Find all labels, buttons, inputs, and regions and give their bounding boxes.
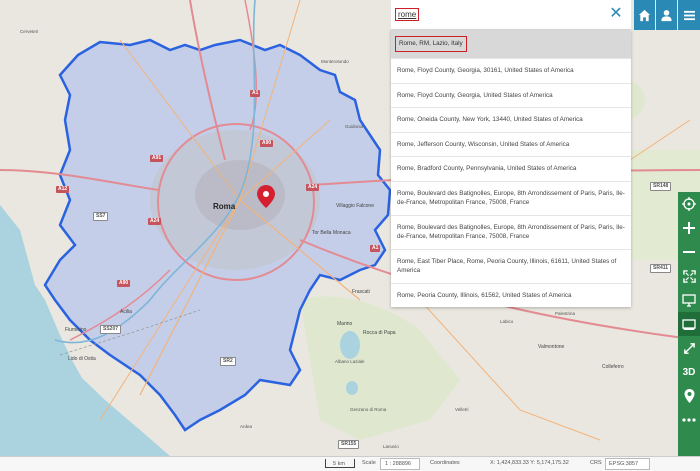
menu-icon — [683, 10, 695, 20]
zoom-out-button[interactable] — [678, 240, 700, 264]
search-result-item[interactable]: Rome, East Tiber Place, Rome, Peoria Cou… — [391, 248, 631, 283]
result-label: Rome, Floyd County, Georgia, 30161, Unit… — [397, 67, 574, 75]
map-label: Lido di Ostia — [68, 356, 96, 362]
map-label: Labico — [500, 319, 514, 324]
map-label: Velletri — [455, 407, 469, 412]
result-label: Rome, Jefferson County, Wisconsin, Unite… — [397, 140, 570, 148]
scale-value: 1 : 288896 — [385, 461, 411, 467]
result-label: Rome, Bradford County, Pennsylvania, Uni… — [397, 165, 577, 173]
map-label: Fiumicino — [65, 327, 87, 333]
user-button[interactable] — [656, 0, 677, 30]
road-shield: A12 — [56, 186, 70, 193]
search-result-item[interactable]: Rome, Boulevard des Batignolles, Europe,… — [391, 180, 631, 215]
home-icon — [638, 9, 651, 21]
search-input[interactable]: rome — [395, 8, 420, 21]
map-label: Valmontone — [538, 344, 565, 350]
map-label: Genzano di Roma — [350, 407, 387, 412]
layout-icon — [682, 318, 696, 330]
map-label: Albano Laziale — [335, 359, 365, 364]
layout-button[interactable] — [678, 312, 700, 336]
road-shield: A90 — [260, 140, 274, 147]
more-button[interactable] — [678, 408, 700, 432]
road-shield: A24 — [148, 218, 162, 225]
search-result-item[interactable]: Rome, Bradford County, Pennsylvania, Uni… — [391, 156, 631, 181]
map-label: Monterotondo — [321, 59, 349, 64]
road-shield: SS7 — [93, 212, 109, 221]
coordinates-value: X: 1,424,833.33 Y: 5,174,175.32 — [490, 460, 569, 466]
search-results-list: Rome, RM, Lazio, Italy Rome, Floyd Count… — [391, 30, 631, 307]
map-label: Lanuvio — [383, 444, 399, 449]
road-shield: SR155 — [338, 440, 360, 449]
fullscreen-icon — [683, 342, 695, 354]
road-shield: A91 — [150, 155, 164, 162]
map-label: Palestrina — [555, 311, 576, 316]
locate-icon — [682, 197, 696, 211]
map-label: Villaggio Falcone — [336, 203, 374, 209]
close-icon[interactable]: ✕ — [607, 5, 625, 23]
road-shield: A24 — [306, 184, 320, 191]
result-label: Rome, Oneida County, New York, 13440, Un… — [397, 116, 583, 124]
crs-select[interactable]: EPSG:3857 — [605, 458, 650, 470]
map-label: Rocca di Papa — [363, 330, 396, 336]
3d-icon: 3D — [682, 366, 696, 378]
result-label: Rome, Peoria County, Illinois, 61562, Un… — [397, 291, 572, 299]
scale-select[interactable]: 1 : 288896 — [380, 458, 420, 470]
search-bar: rome ✕ — [391, 0, 631, 30]
menu-button[interactable] — [678, 0, 700, 30]
fullscreen-button[interactable] — [678, 336, 700, 360]
map-label: Cerveteri — [20, 29, 39, 34]
map-label: Colleferro — [602, 364, 624, 370]
scale-bar-label: 5 km — [333, 461, 345, 467]
scale-label: Scale — [362, 460, 376, 466]
zoom-in-icon — [683, 222, 695, 234]
road-shield: A1 — [370, 245, 381, 252]
locate-button[interactable] — [678, 192, 700, 216]
result-label: Rome, RM, Lazio, Italy — [395, 36, 467, 52]
crs-label: CRS — [590, 460, 602, 466]
search-result-item[interactable]: Rome, Oneida County, New York, 13440, Un… — [391, 107, 631, 132]
search-result-item[interactable]: Rome, Jefferson County, Wisconsin, Unite… — [391, 131, 631, 157]
road-shield: SS207 — [100, 325, 122, 334]
search-result-item[interactable]: Rome, RM, Lazio, Italy — [391, 30, 631, 58]
user-icon — [661, 9, 672, 21]
map-toolbar: 3D — [678, 192, 700, 456]
search-result-item[interactable]: Rome, Floyd County, Georgia, United Stat… — [391, 82, 631, 108]
zoom-out-icon — [683, 251, 695, 253]
result-label: Rome, Boulevard des Batignolles, Europe,… — [397, 223, 625, 240]
map-label: Acilia — [120, 309, 132, 315]
more-icon — [682, 418, 696, 422]
home-button[interactable] — [634, 0, 655, 30]
map-label: Roma — [213, 202, 236, 211]
search-result-item[interactable]: Rome, Peoria County, Illinois, 61562, Un… — [391, 282, 631, 308]
map-label: Marino — [337, 321, 353, 327]
pin-icon — [684, 389, 694, 403]
zoom-in-button[interactable] — [678, 216, 700, 240]
road-shield: SR2 — [220, 357, 236, 366]
result-label: Rome, Floyd County, Georgia, United Stat… — [397, 91, 553, 99]
zoom-extent-button[interactable] — [678, 264, 700, 288]
map-label: Ardea — [240, 424, 253, 429]
pin-button[interactable] — [678, 384, 700, 408]
result-label: Rome, East Tiber Place, Rome, Peoria Cou… — [397, 257, 617, 274]
result-label: Rome, Boulevard des Batignolles, Europe,… — [397, 189, 625, 206]
map-label: Tor Bella Monaca — [312, 230, 351, 236]
3d-button[interactable]: 3D — [678, 360, 700, 384]
zoom-extent-icon — [682, 269, 696, 283]
road-shield: SR148 — [650, 182, 672, 191]
search-query-text: rome — [398, 10, 417, 19]
coordinates-label: Coordinates — [430, 460, 460, 466]
road-shield: SR411 — [650, 264, 672, 273]
road-shield: A1 — [250, 90, 261, 97]
map-label: Guidonia — [345, 124, 364, 129]
search-result-item[interactable]: Rome, Floyd County, Georgia, 30161, Unit… — [391, 58, 631, 83]
monitor-icon — [682, 293, 696, 307]
crs-value: EPSG:3857 — [609, 461, 639, 467]
map-label: Frascati — [352, 289, 370, 295]
road-shield: A90 — [117, 280, 131, 287]
search-result-item[interactable]: Rome, Boulevard des Batignolles, Europe,… — [391, 214, 631, 249]
monitor-button[interactable] — [678, 288, 700, 312]
status-bar: 5 km Scale 1 : 288896 Coordinates X: 1,4… — [0, 456, 700, 471]
